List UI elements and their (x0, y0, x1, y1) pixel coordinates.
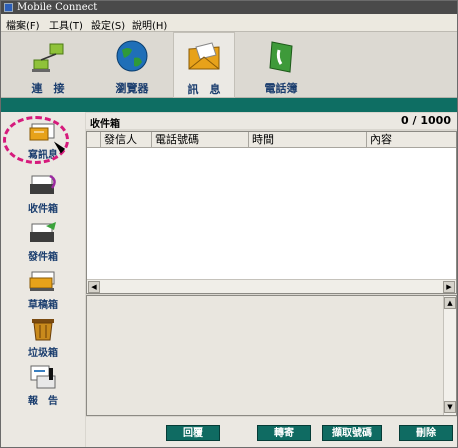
outbox-icon (30, 222, 56, 242)
horizontal-scrollbar[interactable]: ◀ ▶ (87, 279, 456, 293)
reply-button[interactable]: 回覆 (166, 425, 220, 441)
scroll-up-icon[interactable]: ▲ (444, 297, 456, 309)
column-time[interactable]: 時間 (249, 132, 367, 147)
toolbar-messages[interactable]: 訊 息 (173, 32, 235, 98)
scroll-left-icon[interactable]: ◀ (88, 281, 100, 293)
sidebar-item-inbox[interactable]: 收件箱 (5, 170, 81, 218)
accent-strip (1, 98, 457, 112)
action-bar: 回覆 轉寄 擷取號碼 刪除 (86, 417, 457, 447)
extract-number-button[interactable]: 擷取號碼 (322, 425, 382, 441)
connect-icon (32, 43, 64, 72)
sidebar-item-trash[interactable]: 垃圾箱 (5, 314, 81, 362)
scroll-right-icon[interactable]: ▶ (443, 281, 455, 293)
drafts-icon (29, 271, 55, 291)
column-phone[interactable]: 電話號碼 (152, 132, 249, 147)
column-blank[interactable] (87, 132, 101, 147)
delete-button[interactable]: 刪除 (399, 425, 453, 441)
sidebar-item-inbox-label: 收件箱 (28, 204, 58, 215)
phonebook-icon (269, 41, 293, 73)
sidebar-item-drafts-label: 草稿箱 (28, 300, 58, 311)
inbox-icon (30, 174, 56, 194)
message-list[interactable]: 發信人 電話號碼 時間 內容 ◀ ▶ (86, 131, 457, 294)
inbox-title: 收件箱 (90, 119, 120, 130)
message-preview: ▲ ▼ (86, 295, 457, 416)
globe-icon (116, 40, 148, 72)
title-bar: Mobile Connect (1, 1, 457, 14)
report-icon (30, 365, 56, 389)
toolbar-browser[interactable]: 瀏覽器 (97, 32, 167, 98)
sidebar-item-drafts[interactable]: 草稿箱 (5, 266, 81, 314)
menu-file[interactable]: 檔案(F) (6, 17, 40, 32)
sidebar-item-report-label: 報 告 (28, 396, 58, 407)
menu-help[interactable]: 說明(H) (132, 17, 167, 32)
menu-bar: 檔案(F) 工具(T) 設定(S) 說明(H) (1, 14, 457, 32)
menu-settings[interactable]: 設定(S) (91, 17, 125, 32)
vertical-scrollbar[interactable]: ▲ ▼ (443, 296, 456, 415)
toolbar-messages-label: 訊 息 (187, 83, 221, 96)
forward-button[interactable]: 轉寄 (257, 425, 311, 441)
app-icon (4, 3, 13, 12)
toolbar-browser-label: 瀏覽器 (115, 82, 149, 95)
sidebar-item-outbox[interactable]: 發件箱 (5, 218, 81, 266)
sidebar-item-trash-label: 垃圾箱 (28, 348, 58, 359)
toolbar-connect[interactable]: 連 接 (13, 32, 83, 98)
sidebar-item-outbox-label: 發件箱 (28, 252, 58, 263)
menu-tools[interactable]: 工具(T) (49, 17, 83, 32)
column-headers: 發信人 電話號碼 時間 內容 (87, 132, 456, 148)
message-count: 0 / 1000 (401, 114, 451, 127)
main-toolbar: 連 接 瀏覽器 訊 息 電話簿 (1, 32, 457, 98)
toolbar-phonebook[interactable]: 電話簿 (246, 32, 316, 98)
inbox-header: 收件箱 0 / 1000 (86, 113, 457, 130)
toolbar-phonebook-label: 電話簿 (264, 82, 298, 95)
column-content[interactable]: 內容 (367, 132, 456, 147)
toolbar-connect-label: 連 接 (31, 82, 65, 95)
app-window: Mobile Connect 檔案(F) 工具(T) 設定(S) 說明(H) 連… (0, 0, 458, 448)
trash-icon (32, 319, 54, 341)
sidebar-item-report[interactable]: 報 告 (5, 362, 81, 410)
scroll-down-icon[interactable]: ▼ (444, 401, 456, 413)
envelope-icon (188, 42, 220, 70)
column-sender[interactable]: 發信人 (101, 132, 152, 147)
window-title: Mobile Connect (17, 2, 98, 13)
